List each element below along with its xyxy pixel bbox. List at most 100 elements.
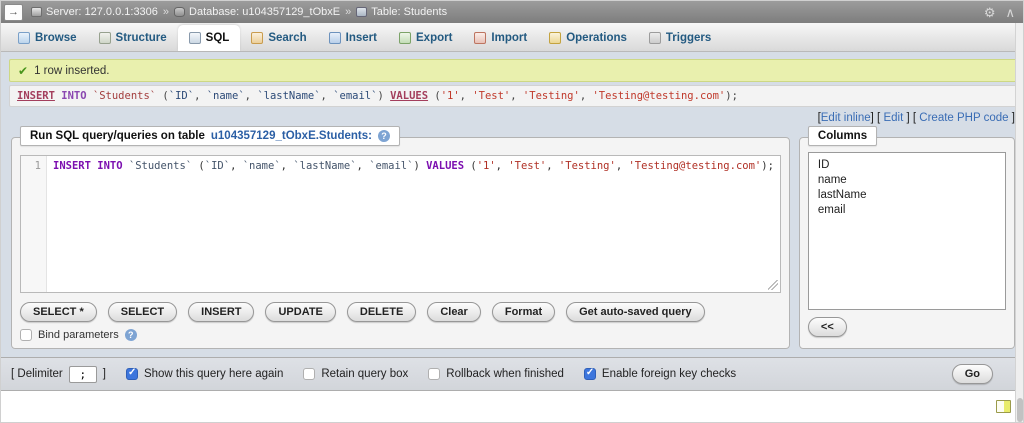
success-message-text: 1 row inserted. <box>34 65 109 77</box>
editor-code-line: INSERT INTO `Students` (`ID`, `name`, `l… <box>47 156 780 292</box>
tab-structure[interactable]: Structure <box>88 25 178 51</box>
column-item[interactable]: ID <box>818 158 996 173</box>
tab-label: Search <box>268 32 306 44</box>
sql-query-fieldset: Run SQL query/queries on table u10435712… <box>11 137 790 349</box>
phpmyadmin-window: → Server: 127.0.0.1:3306 » Database: u10… <box>0 0 1024 423</box>
page-bottom-area <box>1 391 1024 423</box>
success-message: ✔ 1 row inserted. <box>9 59 1017 82</box>
structure-icon <box>99 32 111 44</box>
option-label: Rollback when finished <box>446 368 564 380</box>
get-auto-saved-query-button[interactable]: Get auto-saved query <box>566 302 704 322</box>
breadcrumb: Server: 127.0.0.1:3306 » Database: u1043… <box>31 6 447 18</box>
tab-operations[interactable]: Operations <box>538 25 638 51</box>
table-icon <box>356 7 367 17</box>
bind-parameters-row: Bind parameters ? <box>20 329 781 341</box>
option-enable-foreign-key-checks[interactable]: Enable foreign key checks <box>584 368 736 380</box>
tab-sql[interactable]: SQL <box>178 25 241 51</box>
delimiter-input[interactable] <box>69 366 97 383</box>
columns-collapse-button[interactable]: << <box>808 317 847 337</box>
export-icon <box>399 32 411 44</box>
editor-line-number: 1 <box>21 156 47 292</box>
columns-fieldset: Columns ID name lastName email << <box>799 137 1015 349</box>
operations-icon <box>549 32 561 44</box>
query-edit-links: [Edit inline] [ Edit ] [ Create PHP code… <box>9 112 1015 124</box>
option-show-query-again[interactable]: Show this query here again <box>126 368 283 380</box>
breadcrumb-table-label: Table: Students <box>371 6 447 18</box>
delimiter-label: [ Delimiter <box>11 368 63 380</box>
format-button[interactable]: Format <box>492 302 555 322</box>
tab-label: Insert <box>346 32 377 44</box>
sql-icon <box>189 32 201 44</box>
option-rollback-when-finished[interactable]: Rollback when finished <box>428 368 564 380</box>
breadcrumb-server[interactable]: Server: 127.0.0.1:3306 <box>31 6 158 18</box>
tab-label: Structure <box>116 32 167 44</box>
table-tab-bar: Browse Structure SQL Search Insert Expor… <box>1 23 1024 52</box>
breadcrumb-database[interactable]: Database: u104357129_tObxE <box>174 6 340 18</box>
collapse-panel-icon[interactable]: ∧ <box>1005 6 1015 19</box>
console-icon[interactable] <box>996 400 1011 413</box>
option-label: Retain query box <box>321 368 408 380</box>
legend-text: Run SQL query/queries on table <box>30 130 205 142</box>
edit-inline-link[interactable]: Edit inline <box>821 112 871 124</box>
vertical-scrollbar[interactable] <box>1015 23 1023 423</box>
rollback-checkbox[interactable] <box>428 368 440 380</box>
go-button[interactable]: Go <box>952 364 993 384</box>
tab-search[interactable]: Search <box>240 25 317 51</box>
select-button[interactable]: SELECT <box>108 302 177 322</box>
sql-editor[interactable]: 1 INSERT INTO `Students` (`ID`, `name`, … <box>20 155 781 293</box>
insert-button[interactable]: INSERT <box>188 302 254 322</box>
database-icon <box>174 7 185 17</box>
column-item[interactable]: lastName <box>818 188 996 203</box>
executed-query-display: INSERT INTO `Students` (`ID`, `name`, `l… <box>9 85 1017 107</box>
insert-icon <box>329 32 341 44</box>
search-icon <box>251 32 263 44</box>
columns-legend: Columns <box>808 126 877 146</box>
foreign-key-checks-checkbox[interactable] <box>584 368 596 380</box>
tab-export[interactable]: Export <box>388 25 463 51</box>
tab-insert[interactable]: Insert <box>318 25 388 51</box>
columns-list[interactable]: ID name lastName email <box>808 152 1006 310</box>
tab-label: Operations <box>566 32 627 44</box>
sql-query-legend: Run SQL query/queries on table u10435712… <box>20 126 400 146</box>
query-template-buttons: SELECT * SELECT INSERT UPDATE DELETE Cle… <box>20 302 781 322</box>
tab-label: Import <box>491 32 527 44</box>
settings-gear-icon[interactable]: ⚙ <box>984 6 996 19</box>
bracket: ] <box>871 112 874 124</box>
delete-button[interactable]: DELETE <box>347 302 416 322</box>
query-panels: Run SQL query/queries on table u10435712… <box>11 137 1015 349</box>
column-item[interactable]: name <box>818 173 996 188</box>
option-retain-query-box[interactable]: Retain query box <box>303 368 408 380</box>
delimiter-label-close: ] <box>103 368 106 380</box>
tab-label: Export <box>416 32 452 44</box>
create-php-code-link[interactable]: Create PHP code <box>919 112 1008 124</box>
triggers-icon <box>649 32 661 44</box>
bracket: [ <box>877 112 880 124</box>
help-icon[interactable]: ? <box>125 329 137 341</box>
nav-panel-toggle-button[interactable]: → <box>4 4 23 21</box>
legend-table-link[interactable]: u104357129_tObxE.Students: <box>211 130 372 142</box>
editor-resize-handle[interactable] <box>768 280 778 290</box>
breadcrumb-separator: » <box>345 6 351 18</box>
topbar-actions: ⚙ ∧ <box>984 6 1015 19</box>
server-icon <box>31 7 42 17</box>
browse-icon <box>18 32 30 44</box>
tab-import[interactable]: Import <box>463 25 538 51</box>
option-label: Show this query here again <box>144 368 283 380</box>
tab-triggers[interactable]: Triggers <box>638 25 722 51</box>
update-button[interactable]: UPDATE <box>265 302 335 322</box>
clear-button[interactable]: Clear <box>427 302 481 322</box>
help-icon[interactable]: ? <box>378 130 390 142</box>
bind-parameters-checkbox[interactable] <box>20 329 32 341</box>
tab-label: Triggers <box>666 32 711 44</box>
edit-link[interactable]: Edit <box>883 112 903 124</box>
select-star-button[interactable]: SELECT * <box>20 302 97 322</box>
bind-parameters-label: Bind parameters <box>38 329 119 341</box>
scrollbar-thumb[interactable] <box>1017 398 1023 422</box>
retain-query-box-checkbox[interactable] <box>303 368 315 380</box>
breadcrumb-table[interactable]: Table: Students <box>356 6 447 18</box>
show-query-again-checkbox[interactable] <box>126 368 138 380</box>
columns-legend-text: Columns <box>818 130 867 142</box>
column-item[interactable]: email <box>818 203 996 218</box>
tab-browse[interactable]: Browse <box>7 25 88 51</box>
breadcrumb-database-label: Database: u104357129_tObxE <box>189 6 340 18</box>
